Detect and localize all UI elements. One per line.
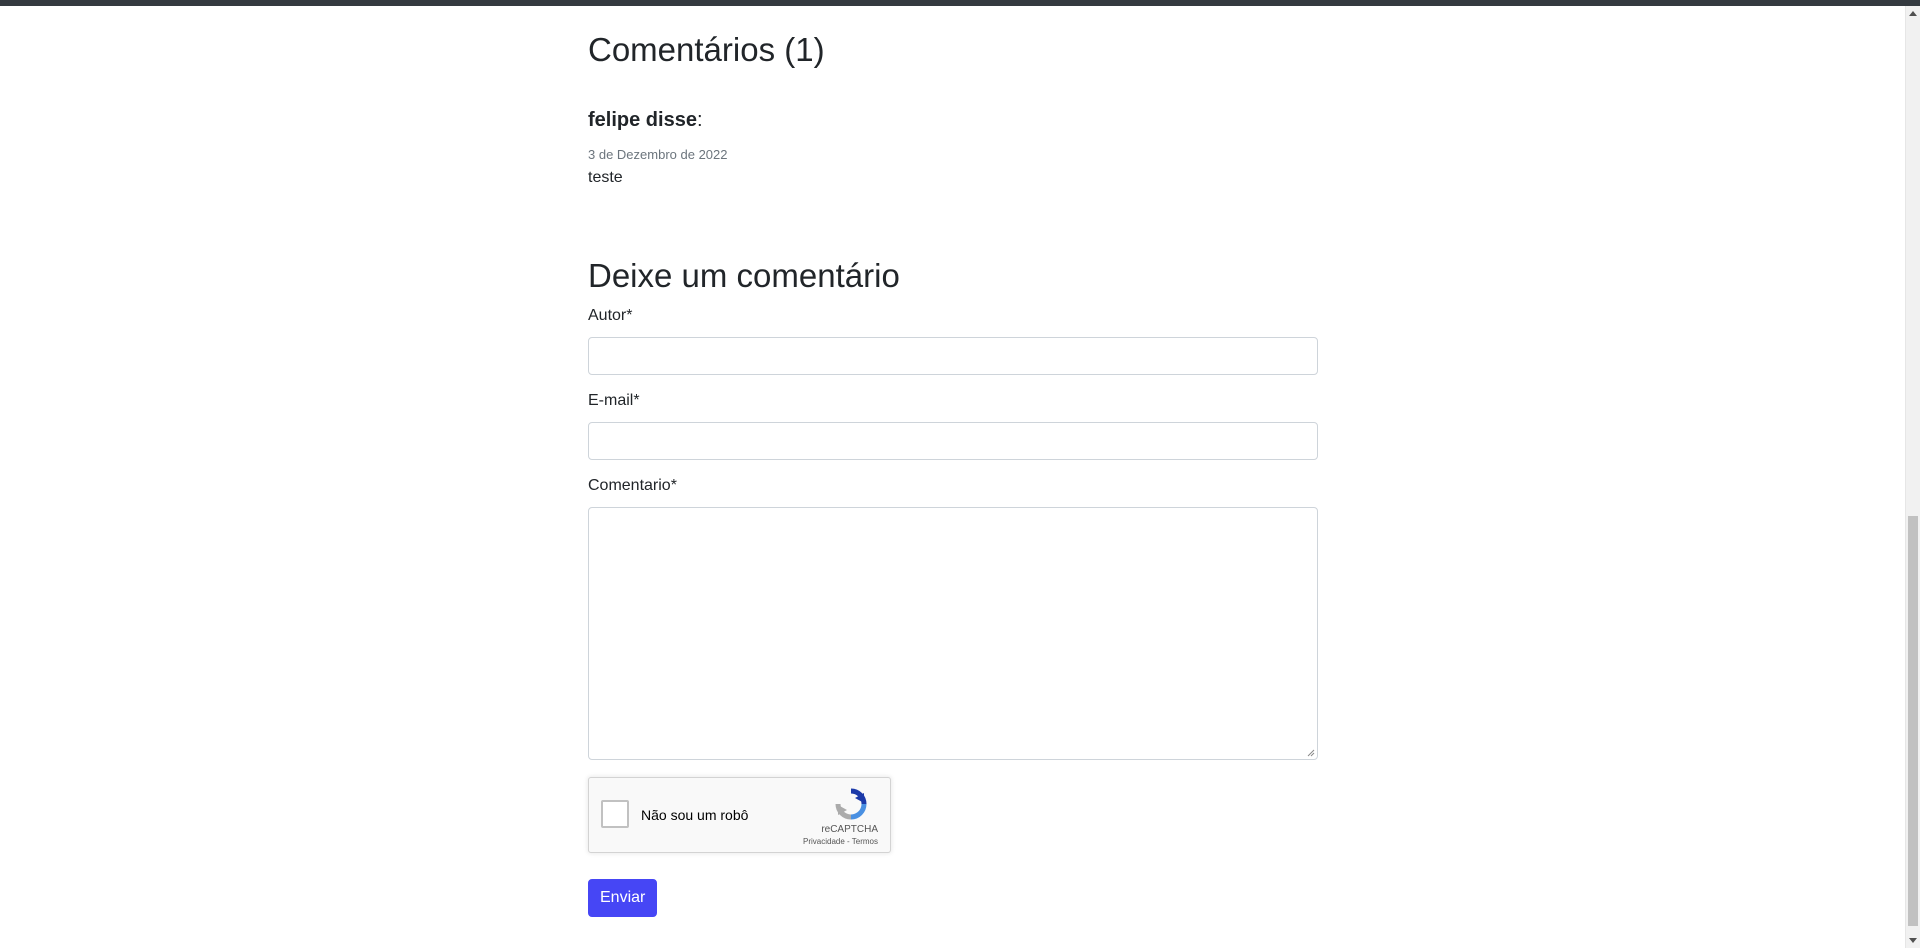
comment-author-separator: :	[696, 109, 703, 131]
author-label: Autor*	[588, 307, 633, 324]
author-input[interactable]	[588, 337, 1318, 375]
scrollbar-thumb[interactable]	[1908, 516, 1918, 926]
comment-textarea[interactable]	[588, 507, 1318, 760]
comment-text: teste	[588, 169, 623, 186]
recaptcha-logo-icon	[835, 788, 867, 820]
vertical-scrollbar[interactable]	[1905, 6, 1920, 948]
comment-author: felipe disse	[588, 109, 697, 131]
recaptcha-brand: reCAPTCHA	[821, 824, 878, 835]
main-content: Comentários (1) felipe disse: 3 de Dezem…	[588, 30, 1318, 917]
scroll-down-icon[interactable]	[1909, 938, 1917, 943]
comment-date: 3 de Dezembro de 2022	[588, 147, 728, 162]
recaptcha-checkbox[interactable]	[601, 800, 629, 828]
recaptcha-widget: Não sou um robô reCAPTCHA Privacidade - …	[588, 777, 891, 853]
recaptcha-links[interactable]: Privacidade - Termos	[803, 837, 878, 847]
submit-button[interactable]: Enviar	[588, 879, 658, 917]
comment-form-title: Deixe um comentário	[588, 257, 900, 294]
top-bar	[0, 0, 1920, 6]
email-input[interactable]	[588, 422, 1318, 460]
recaptcha-label: Não sou um robô	[641, 807, 749, 823]
comment-item: felipe disse: 3 de Dezembro de 2022 test…	[588, 108, 1318, 188]
scroll-up-icon[interactable]	[1909, 11, 1917, 16]
comment-label: Comentario*	[588, 477, 677, 494]
email-label: E-mail*	[588, 392, 640, 409]
comments-title: Comentários (1)	[588, 31, 825, 68]
comment-author-line: felipe disse:	[588, 108, 1318, 132]
resize-grip-icon[interactable]	[1307, 749, 1315, 757]
comment-form: Autor* E-mail* Comentario* Não sou um ro…	[588, 306, 1318, 917]
